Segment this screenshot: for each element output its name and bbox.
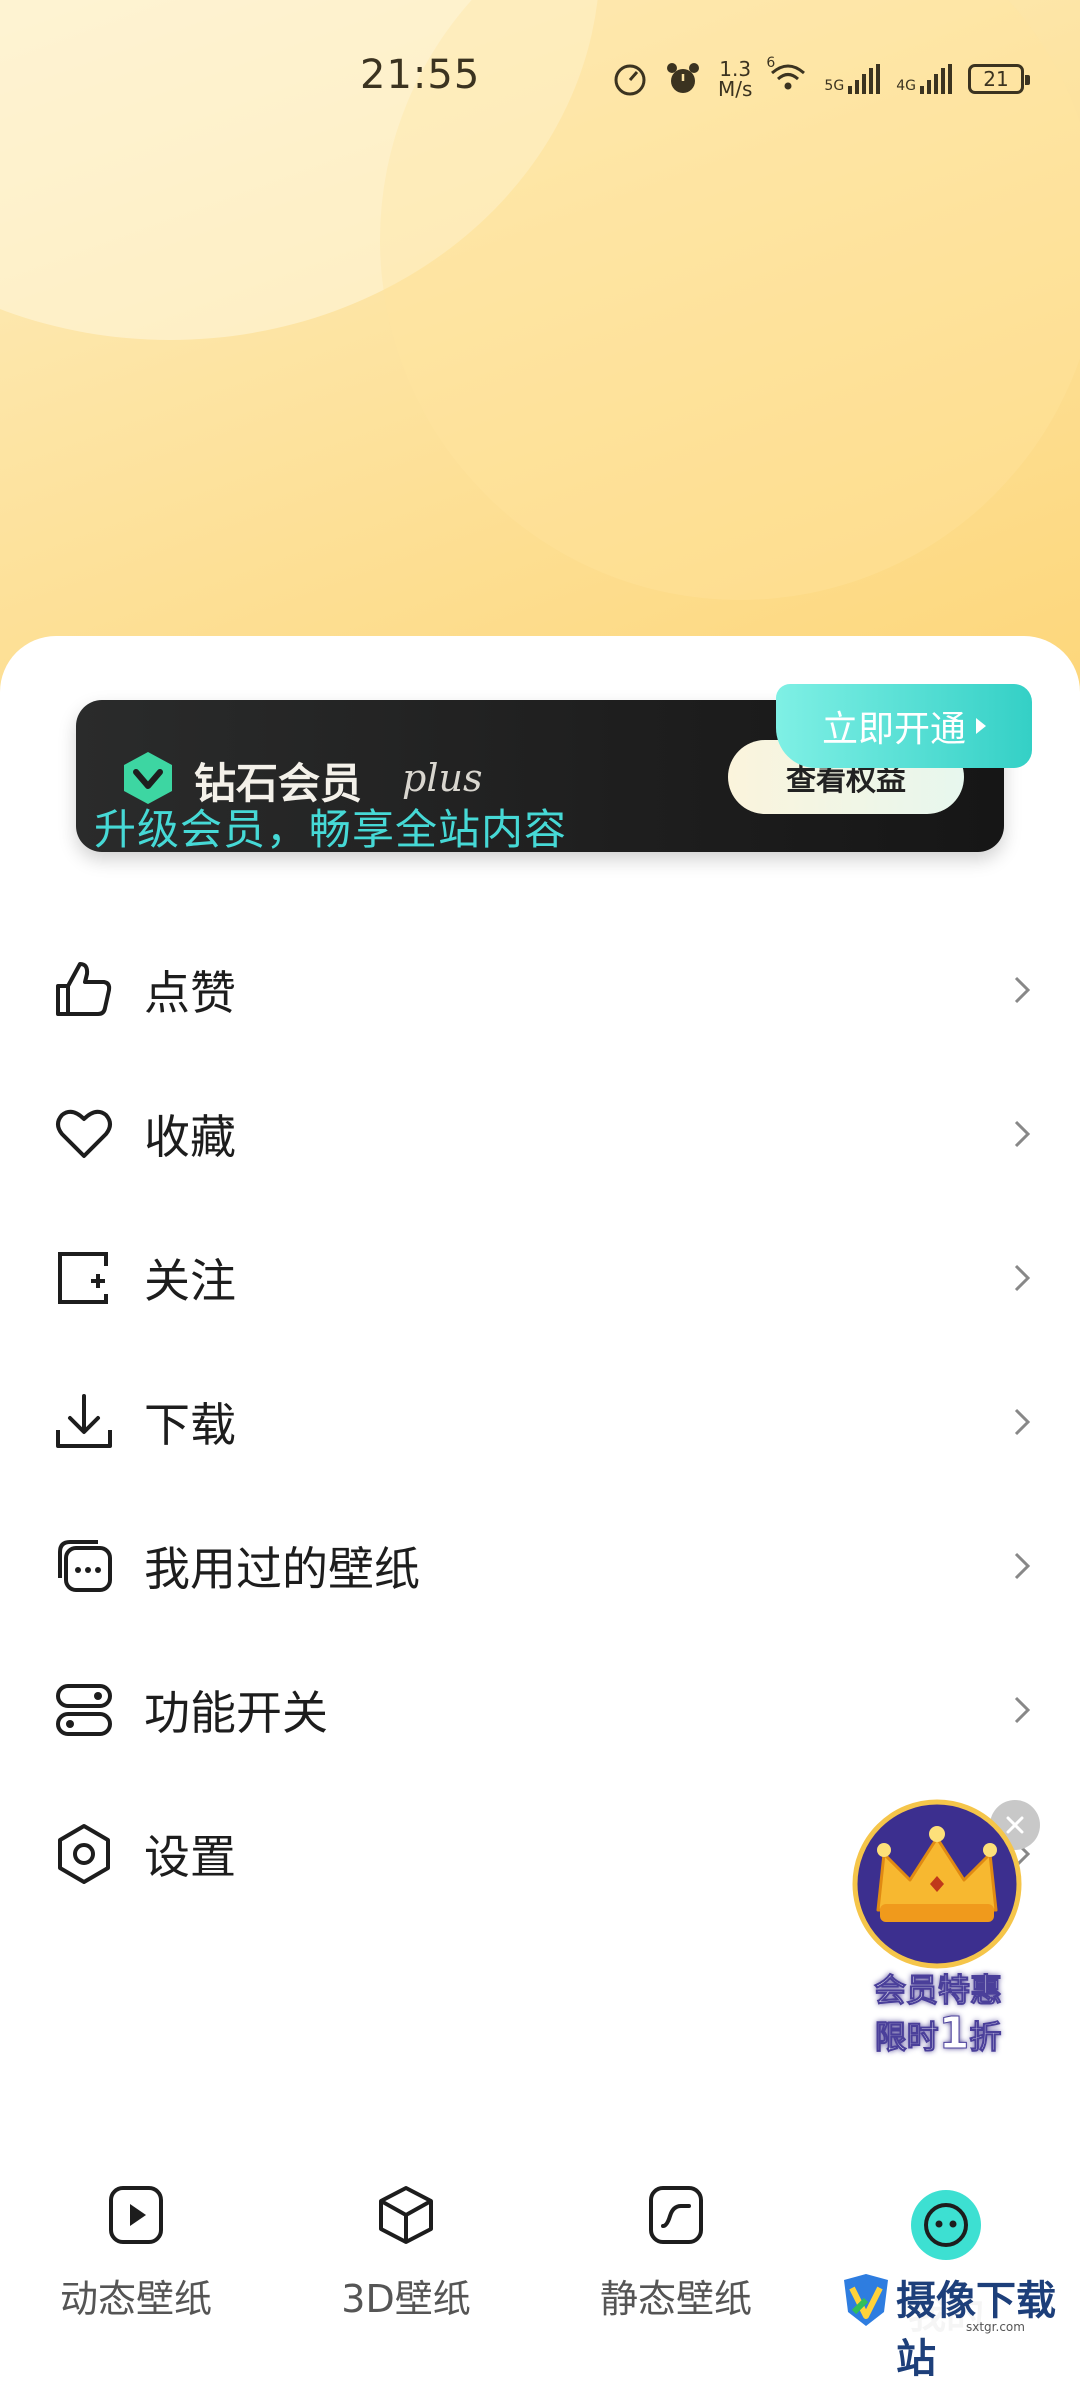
watermark-logo-icon	[844, 2274, 888, 2326]
follow-icon	[58, 1252, 108, 1304]
net-speed-unit: M/s	[718, 77, 753, 101]
play-icon	[109, 2186, 163, 2244]
menu-item-downloads[interactable]: 下载	[0, 1350, 1080, 1494]
signal-icon	[919, 64, 952, 94]
cube-icon	[379, 2186, 433, 2244]
tab-3d-wallpaper[interactable]: 3D壁纸	[286, 2184, 526, 2334]
signal-icon	[848, 64, 881, 94]
chevron-right-icon	[1014, 976, 1031, 1004]
promo-text: 会员特惠 限时1折	[858, 1968, 1018, 2059]
chevron-right-icon	[1014, 1264, 1031, 1292]
wifi-badge: 6	[766, 55, 776, 71]
menu-item-following[interactable]: 关注	[0, 1206, 1080, 1350]
image-curve-icon	[649, 2186, 703, 2244]
open-now-label: 立即开通	[821, 709, 966, 750]
history-wallpaper-icon	[58, 1540, 112, 1592]
menu-label: 下载	[144, 1398, 236, 1452]
wifi-status: 6	[766, 55, 808, 97]
chevron-right-icon	[1014, 1696, 1031, 1724]
chevron-right-icon	[1014, 1552, 1031, 1580]
alarm-icon	[667, 63, 699, 93]
watermark-url: sxtgr.com	[966, 2320, 1025, 2334]
profile-face-icon	[911, 2190, 981, 2260]
sim1-signal: 5G	[824, 64, 881, 94]
tab-label: 动态壁纸	[59, 2277, 212, 2321]
toggle-switch-icon	[56, 1684, 112, 1736]
settings-icon	[58, 1824, 110, 1884]
vip-plus-label: plus	[402, 756, 483, 800]
battery-level: 21	[983, 67, 1009, 91]
sim2-signal: 4G	[896, 64, 952, 94]
menu-item-likes[interactable]: 点赞	[0, 918, 1080, 1062]
promo-prefix: 限时	[874, 2018, 939, 2057]
menu-item-feature-toggles[interactable]: 功能开关	[0, 1638, 1080, 1782]
net-speed-value: 1.3	[719, 57, 752, 81]
open-now-button[interactable]: 立即开通	[776, 684, 1032, 768]
promo-number: 1	[938, 2008, 970, 2059]
promo-line1: 会员特惠	[873, 1971, 1002, 2010]
status-bar: 21:55 1.3 M/s 6 5G 4G 21	[0, 0, 1080, 160]
tab-static-wallpaper[interactable]: 静态壁纸	[556, 2184, 796, 2334]
menu-label: 收藏	[144, 1110, 236, 1164]
chevron-right-icon	[1014, 1120, 1031, 1148]
menu-label: 设置	[144, 1830, 236, 1884]
heart-icon	[56, 1109, 112, 1158]
vip-membership-card[interactable]: 钻石会员 plus 升级会员，畅享全站内容 查看权益 立即开通	[76, 684, 1032, 854]
sim1-badge: 5G	[824, 78, 845, 94]
speedometer-icon	[614, 64, 646, 96]
tab-label: 3D壁纸	[341, 2277, 471, 2321]
menu-item-favorites[interactable]: 收藏	[0, 1062, 1080, 1206]
profile-menu: 点赞 收藏 关注 下载 我用过的壁纸 功能开关 设置	[0, 918, 1080, 1926]
promo-line2: 限时1折	[858, 2011, 1018, 2059]
status-icons: 1.3 M/s 6 5G 4G 21	[612, 54, 1030, 104]
promo-suffix: 折	[969, 2018, 1002, 2057]
menu-label: 我用过的壁纸	[144, 1542, 420, 1596]
crown-badge-icon	[852, 1799, 1022, 1969]
tab-label: 静态壁纸	[599, 2277, 752, 2321]
thumbs-up-icon	[56, 962, 112, 1016]
site-watermark: 摄像下载站 sxtgr.com	[836, 2262, 1072, 2382]
download-icon	[56, 1394, 112, 1448]
sim2-badge: 4G	[896, 78, 916, 94]
net-speed: 1.3 M/s	[718, 59, 752, 99]
tab-live-wallpaper[interactable]: 动态壁纸	[16, 2184, 256, 2334]
status-time: 21:55	[360, 52, 481, 98]
menu-label: 点赞	[144, 966, 236, 1020]
battery-icon: 21	[967, 64, 1030, 94]
menu-item-used-wallpapers[interactable]: 我用过的壁纸	[0, 1494, 1080, 1638]
chevron-right-icon	[1014, 1408, 1031, 1436]
menu-label: 关注	[144, 1254, 236, 1308]
vip-subtitle: 升级会员，畅享全站内容	[94, 805, 568, 854]
menu-label: 功能开关	[144, 1686, 328, 1740]
play-arrow-icon	[976, 718, 986, 734]
